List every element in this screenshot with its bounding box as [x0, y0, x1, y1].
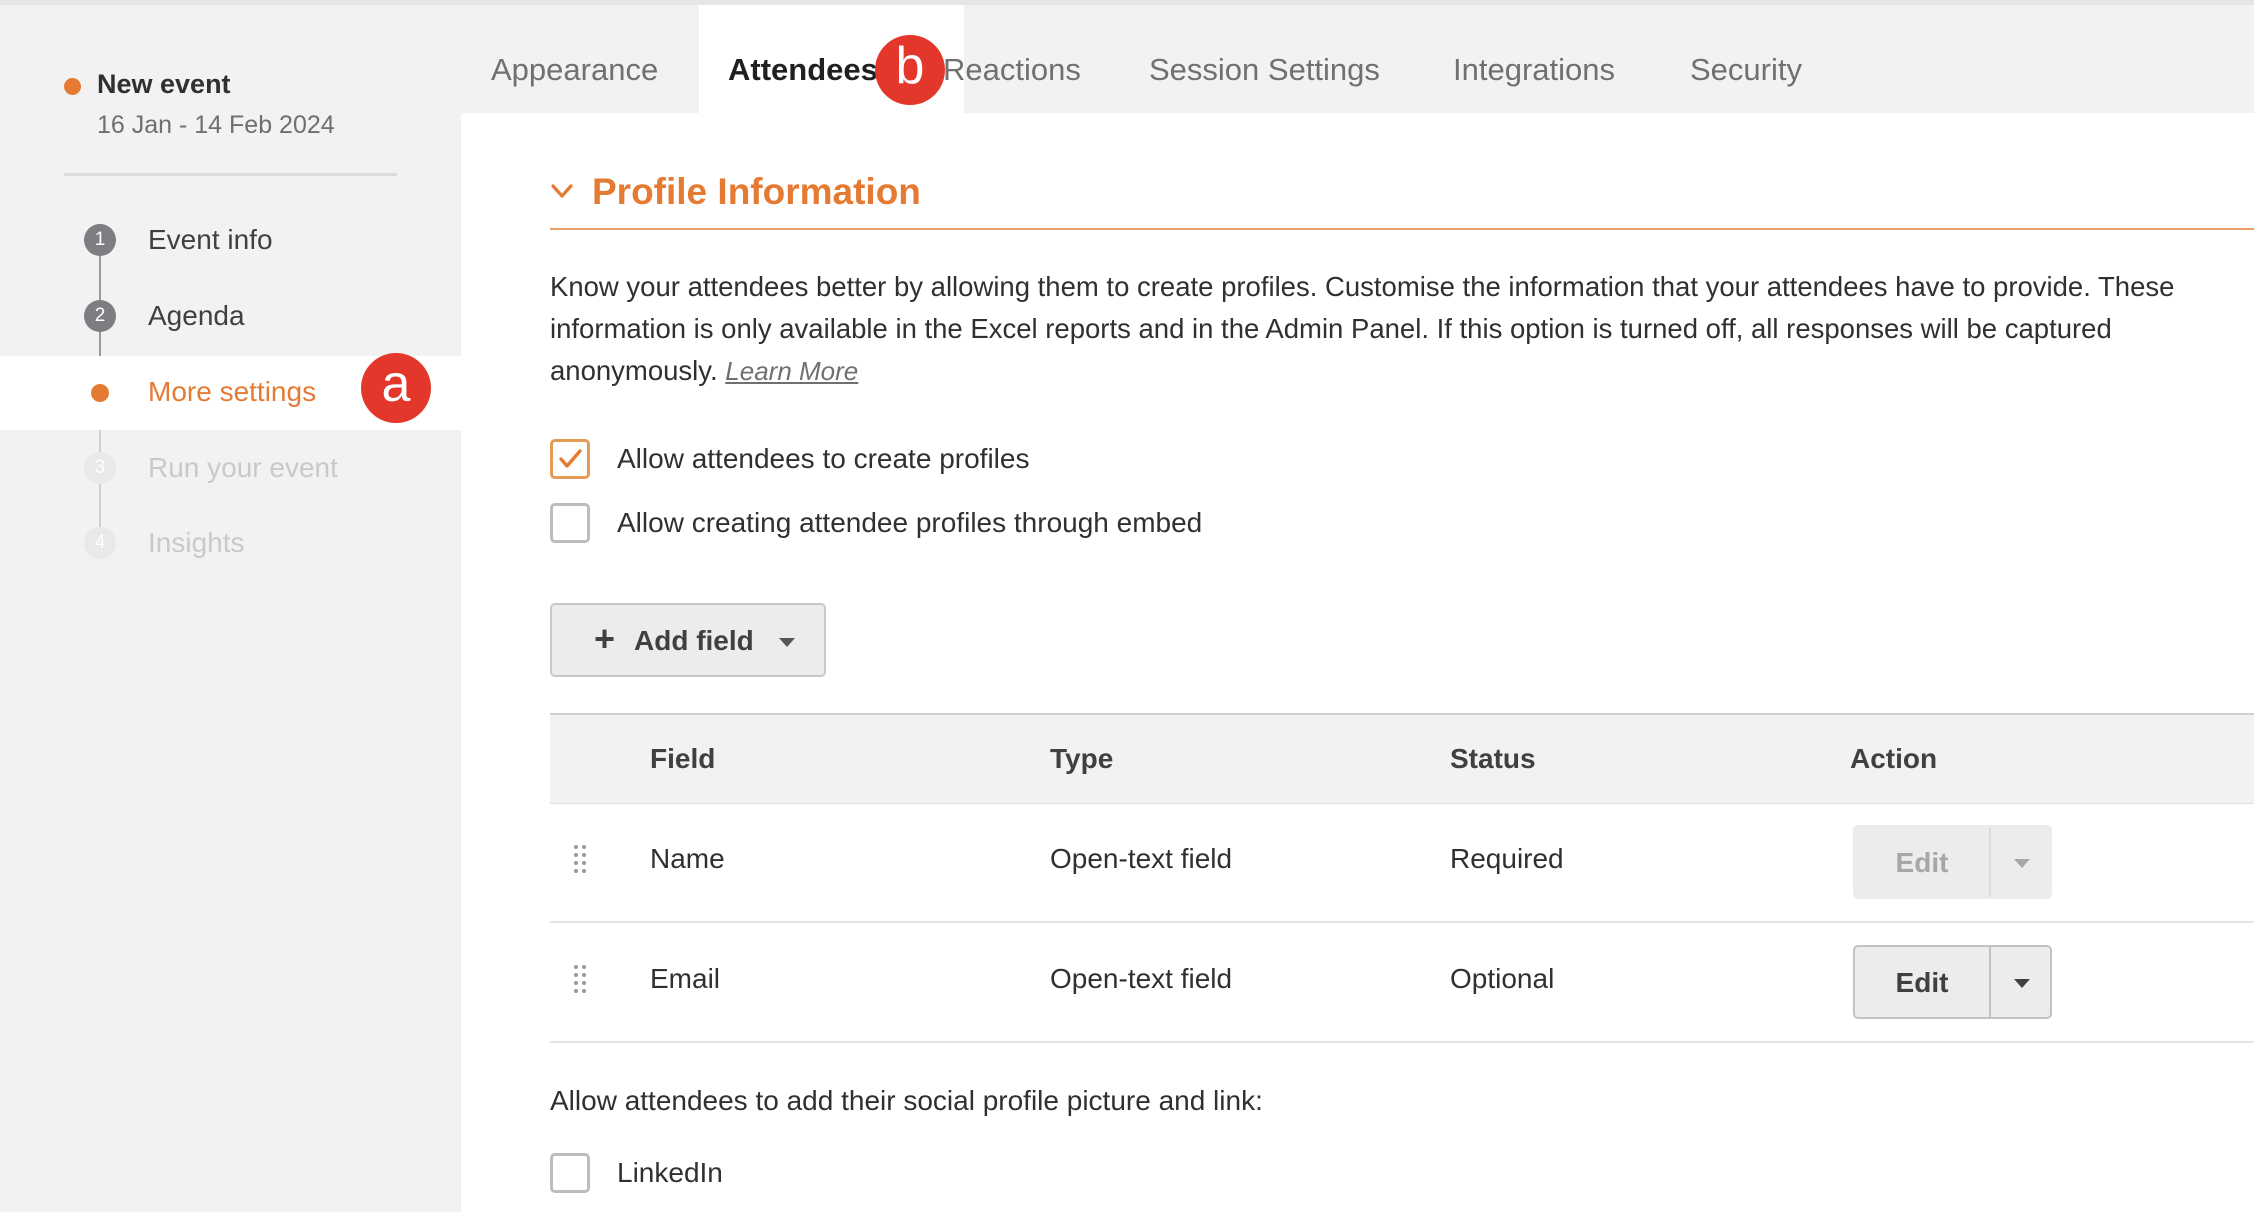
- tab-reactions[interactable]: Reactions: [943, 5, 1081, 113]
- embed-profiles-label: Allow creating attendee profiles through…: [617, 507, 1203, 538]
- step-number: 1: [84, 224, 116, 256]
- step-number: 4: [84, 527, 116, 559]
- sidebar-item-label: Event info: [148, 224, 273, 255]
- sidebar-item-label: Insights: [148, 527, 245, 558]
- field-name: Email: [650, 963, 721, 994]
- tab-bar: Appearance Attendees Reactions Session S…: [461, 5, 2254, 113]
- main-panel: Profile Information Know your attendees …: [461, 113, 2254, 1212]
- column-header-field: Field: [650, 743, 716, 774]
- sidebar: New event 16 Jan - 14 Feb 2024 1 Event i…: [0, 5, 461, 1212]
- table-row: Email Open-text field Optional Edit: [550, 921, 2254, 1043]
- sidebar-item-insights[interactable]: 4 Insights: [0, 505, 461, 579]
- tab-integrations[interactable]: Integrations: [1453, 5, 1615, 113]
- button-separator: [1989, 947, 1991, 1017]
- field-type: Open-text field: [1050, 843, 1233, 874]
- linkedin-checkbox[interactable]: [550, 1153, 590, 1193]
- plus-icon: +: [594, 618, 616, 659]
- caret-down-icon[interactable]: [779, 638, 795, 647]
- sidebar-item-run-your-event[interactable]: 3 Run your event: [0, 430, 461, 504]
- chevron-down-icon[interactable]: [550, 179, 574, 203]
- edit-button[interactable]: Edit: [1855, 967, 1989, 999]
- field-name: Name: [650, 843, 725, 874]
- field-type: Open-text field: [1050, 963, 1233, 994]
- edit-button[interactable]: Edit: [1855, 847, 1989, 879]
- embed-profiles-checkbox[interactable]: [550, 503, 590, 543]
- tab-security[interactable]: Security: [1690, 5, 1802, 113]
- section-divider: [550, 228, 2254, 230]
- sidebar-divider: [64, 173, 397, 176]
- field-status: Optional: [1450, 963, 1555, 994]
- event-name: New event: [97, 69, 231, 99]
- table-header: Field Type Status Action: [550, 713, 2254, 804]
- field-status: Required: [1450, 843, 1564, 874]
- event-dates: 16 Jan - 14 Feb 2024: [97, 111, 335, 139]
- sidebar-item-label: Agenda: [148, 300, 245, 331]
- column-header-status: Status: [1450, 743, 1536, 774]
- learn-more-link[interactable]: Learn More: [725, 356, 858, 386]
- edit-button-group: Edit: [1853, 945, 2052, 1019]
- annotation-badge-a: a: [361, 353, 431, 423]
- annotation-badge-b: b: [875, 35, 945, 105]
- sidebar-item-label: More settings: [148, 376, 317, 407]
- tab-session-settings[interactable]: Session Settings: [1149, 5, 1380, 113]
- create-profiles-label: Allow attendees to create profiles: [617, 443, 1030, 474]
- section-description: Know your attendees better by allowing t…: [550, 266, 2230, 392]
- sidebar-item-agenda[interactable]: 2 Agenda: [0, 278, 461, 352]
- caret-down-icon[interactable]: [2014, 859, 2030, 868]
- social-profile-label: Allow attendees to add their social prof…: [550, 1085, 1263, 1116]
- tab-appearance[interactable]: Appearance: [491, 5, 658, 113]
- table-row: Name Open-text field Required Edit: [550, 801, 2254, 923]
- button-separator: [1989, 827, 1991, 897]
- sidebar-item-label: Run your event: [148, 452, 338, 483]
- active-step-dot: [91, 384, 109, 402]
- column-header-action: Action: [1850, 743, 1938, 774]
- section-title[interactable]: Profile Information: [592, 171, 921, 213]
- drag-handle-icon[interactable]: [574, 845, 588, 875]
- create-profiles-checkbox[interactable]: [550, 439, 590, 479]
- step-number: 2: [84, 300, 116, 332]
- column-header-type: Type: [1050, 743, 1114, 774]
- linkedin-label: LinkedIn: [617, 1157, 723, 1188]
- event-status-dot: [64, 78, 81, 95]
- add-field-button[interactable]: + Add field: [550, 603, 826, 677]
- drag-handle-icon[interactable]: [574, 965, 588, 995]
- edit-button-group: Edit: [1853, 825, 2052, 899]
- sidebar-item-event-info[interactable]: 1 Event info: [0, 202, 461, 276]
- checkmark-icon: [559, 449, 582, 468]
- add-field-label: Add field: [634, 625, 754, 656]
- caret-down-icon[interactable]: [2014, 979, 2030, 988]
- step-number: 3: [84, 452, 116, 484]
